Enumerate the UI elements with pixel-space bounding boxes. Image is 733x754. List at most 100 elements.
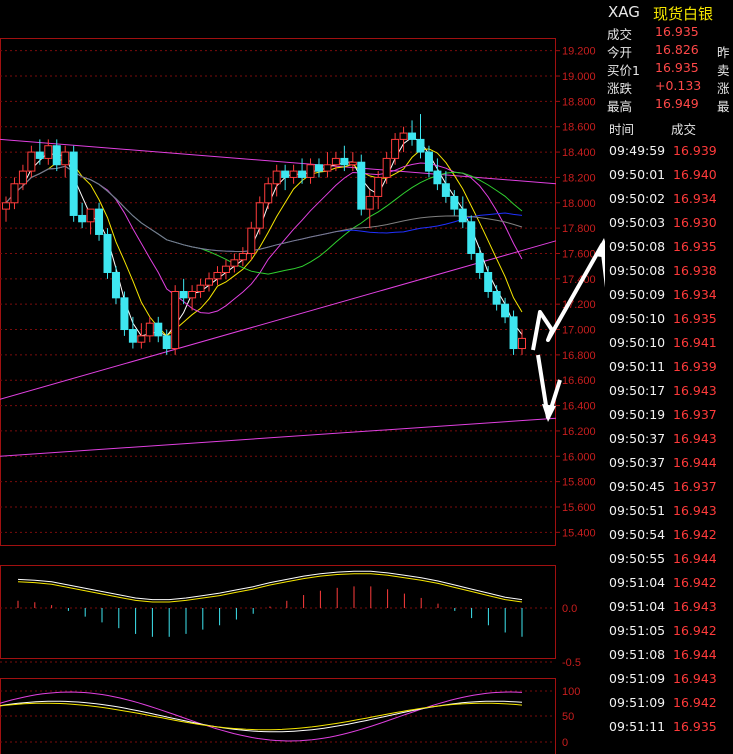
- candle-body: [2, 202, 10, 210]
- candle-body: [205, 278, 214, 286]
- tick-price: 16.939: [673, 143, 717, 158]
- candle-body: [137, 335, 146, 343]
- tick-time: 09:50:11: [609, 359, 666, 374]
- tick-time: 09:50:09: [609, 287, 666, 302]
- moving-average-line: [5, 165, 523, 253]
- tick-time: 09:50:37: [609, 431, 666, 446]
- moving-average-line: [5, 165, 523, 253]
- tick-row: 09:50:11 16.939: [605, 359, 733, 383]
- tick-time: 09:51:04: [609, 575, 666, 590]
- candle-body: [128, 329, 137, 343]
- candle-body: [179, 291, 188, 299]
- quote-label-2: 卖: [717, 63, 730, 78]
- tick-time: 09:51:11: [609, 719, 666, 734]
- candle-body: [44, 145, 53, 159]
- tick-price: 16.943: [673, 431, 717, 446]
- candle-body: [323, 164, 332, 172]
- tick-price: 16.940: [673, 167, 717, 182]
- candle-body: [35, 151, 44, 159]
- tick-time: 09:51:08: [609, 647, 666, 662]
- candle-body: [27, 151, 36, 172]
- moving-average-line: [5, 136, 523, 337]
- candle-body: [382, 157, 391, 178]
- tick-row: 09:50:10 16.935: [605, 311, 733, 335]
- quote-row: 成交 16.935: [605, 24, 733, 42]
- tick-row: 09:51:05 16.942: [605, 623, 733, 647]
- tick-price: 16.943: [673, 383, 717, 398]
- candle-body: [475, 252, 484, 273]
- price-tick-label: 16.000: [562, 451, 596, 463]
- candle-body: [306, 164, 315, 178]
- candle-body: [145, 322, 154, 337]
- tick-price: 16.942: [673, 623, 717, 638]
- price-tick-label: 16.800: [562, 350, 596, 362]
- tick-row: 09:50:08 16.935: [605, 239, 733, 263]
- candle-body: [162, 335, 171, 350]
- symbol-name: 现货白银: [653, 5, 714, 23]
- candle-body: [365, 195, 374, 210]
- tick-price: 16.944: [673, 551, 717, 566]
- tick-row: 09:51:04 16.943: [605, 599, 733, 623]
- candle-body: [86, 208, 95, 223]
- price-tick-label: 18.000: [562, 198, 596, 210]
- tick-time: 09:49:59: [609, 143, 666, 158]
- quote-label: 成交: [607, 27, 633, 42]
- candle-body: [484, 271, 493, 292]
- quote-value: +0.133: [655, 78, 702, 93]
- candle-body: [154, 322, 163, 337]
- candle-body: [188, 291, 197, 299]
- tick-row: 09:50:02 16.934: [605, 191, 733, 215]
- candle-body: [247, 227, 256, 254]
- candle-body: [408, 132, 417, 140]
- ticks-header-price: 成交: [671, 122, 697, 137]
- symbol-code: XAG: [608, 3, 640, 21]
- price-tick-label: 18.600: [562, 122, 596, 134]
- macd-tick-label: 0.0: [562, 603, 577, 615]
- price-tick-label: 16.200: [562, 426, 596, 438]
- candle-body: [213, 271, 222, 280]
- price-tick-label: 15.600: [562, 502, 596, 514]
- tick-row: 09:51:11 16.935: [605, 719, 733, 743]
- price-tick-label: 16.600: [562, 375, 596, 387]
- quote-value: 16.935: [655, 60, 699, 75]
- price-tick-label: 19.000: [562, 71, 596, 83]
- candle-body: [357, 161, 366, 210]
- kdj-panel-frame: [0, 678, 556, 754]
- trend-line: [0, 417, 557, 457]
- tick-price: 16.944: [673, 647, 717, 662]
- quote-panel: XAG 现货白银 成交 16.935 今开 16.826 昨 买价1 16.93…: [605, 0, 733, 754]
- tick-time: 09:51:09: [609, 671, 666, 686]
- candle-body: [289, 170, 298, 178]
- quote-label: 最高: [607, 99, 633, 114]
- tick-row: 09:50:17 16.943: [605, 383, 733, 407]
- candle-body: [103, 233, 112, 273]
- candle-body: [391, 138, 400, 159]
- price-tick-label: 17.600: [562, 248, 596, 260]
- tick-row: 09:51:08 16.944: [605, 647, 733, 671]
- tick-row: 09:50:08 16.938: [605, 263, 733, 287]
- candle-body: [18, 170, 27, 185]
- macd-line: [17, 573, 523, 603]
- tick-price: 16.942: [673, 527, 717, 542]
- candle-body: [111, 271, 120, 299]
- candle-body: [171, 291, 180, 350]
- candle-body: [196, 284, 205, 293]
- tick-price: 16.938: [673, 263, 717, 278]
- price-tick-label: 18.200: [562, 172, 596, 184]
- tick-time: 09:51:04: [609, 599, 666, 614]
- tick-price: 16.941: [673, 335, 717, 350]
- tick-price: 16.935: [673, 719, 717, 734]
- tick-price: 16.935: [673, 239, 717, 254]
- tick-time: 09:51:05: [609, 623, 666, 638]
- price-tick-label: 18.800: [562, 96, 596, 108]
- candle-body: [509, 316, 518, 350]
- tick-price: 16.942: [673, 695, 717, 710]
- tick-time: 09:50:03: [609, 215, 666, 230]
- quote-value: 16.935: [655, 24, 699, 39]
- candle-body: [450, 195, 459, 210]
- quote-label: 今开: [607, 45, 633, 60]
- quote-header: XAG 现货白银: [605, 0, 733, 24]
- tick-price: 16.943: [673, 503, 717, 518]
- tick-time: 09:50:19: [609, 407, 666, 422]
- tick-time: 09:50:01: [609, 167, 666, 182]
